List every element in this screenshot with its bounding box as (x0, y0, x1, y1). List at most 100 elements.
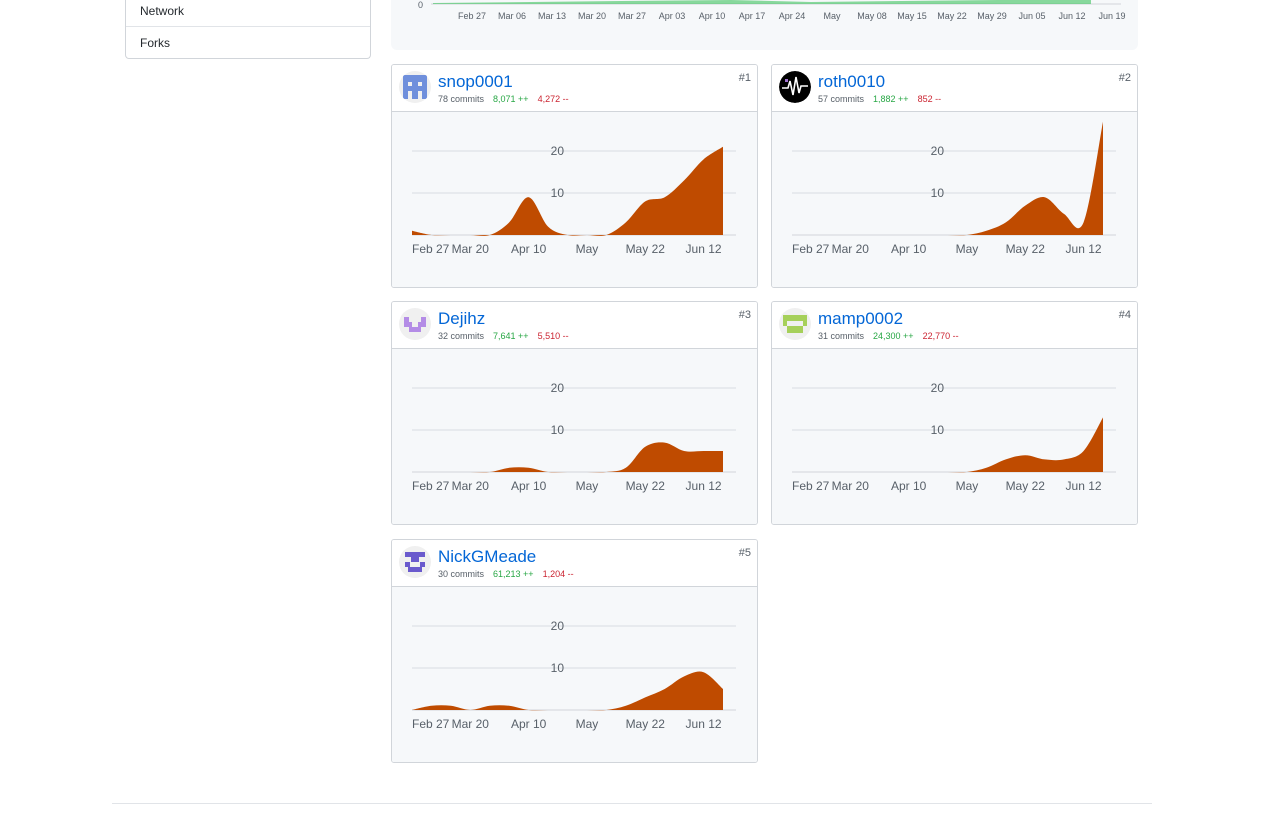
contributor-chart: 10 20 Feb 27 Mar 20 Apr 10 May May 22 Jun 12 (772, 112, 1137, 287)
x-tick-label: Feb 27 (412, 479, 450, 493)
contributor-chart: 10 20 Feb 27 Mar 20 Apr 10 May May 22 Jun 12 (392, 587, 757, 762)
contributor-stats: 32 commits 7,641 ++ 5,510 -- (438, 331, 569, 342)
x-tick-label: Apr 10 (511, 479, 547, 493)
x-tick-label: Jun 12 (686, 242, 722, 256)
commit-count-link[interactable]: 32 commits (438, 331, 484, 341)
contributor-card: mamp0002 31 commits 24,300 ++ 22,770 -- #4… (771, 301, 1138, 525)
contributor-chart-svg: 10 20 Feb 27 Mar 20 Apr 10 May May 22 Jun 12 (412, 381, 736, 493)
contributor-card: NickGMeade 30 commits 61,213 ++ 1,204 -- #… (391, 539, 758, 763)
contributor-rank: #2 (1118, 72, 1131, 84)
contributor-stats: 78 commits 8,071 ++ 4,272 -- (438, 94, 569, 105)
commit-count-link[interactable]: 78 commits (438, 94, 484, 104)
deletions-count: 852 -- (917, 94, 942, 104)
x-tick-label: May 22 (626, 717, 666, 731)
contributor-stats: 57 commits 1,882 ++ 852 -- (818, 94, 941, 105)
sidebar-item-network[interactable]: Network (126, 0, 370, 26)
y-tick-label: 10 (551, 661, 565, 675)
overview-chart-svg: 0 Feb 27 Mar 06 Mar 13 Mar 20 Mar 27 Apr 03 Apr… (418, 0, 1126, 21)
overview-x-tick-label: Jun 05 (1018, 11, 1045, 21)
deletions-count: 4,272 -- (537, 94, 569, 104)
x-tick-label: Feb 27 (792, 242, 830, 256)
contributor-stats: 31 commits 24,300 ++ 22,770 -- (818, 331, 959, 342)
contributor-chart: 10 20 Feb 27 Mar 20 Apr 10 May May 22 Jun 12 (772, 349, 1137, 524)
x-tick-label: May (576, 479, 599, 493)
y-tick-label: 10 (551, 423, 565, 437)
deletions-count: 22,770 -- (922, 331, 959, 341)
overview-x-tick-label: Jun 19 (1098, 11, 1125, 21)
contributor-chart-svg: 10 20 Feb 27 Mar 20 Apr 10 May May 22 Jun 12 (792, 381, 1116, 493)
x-tick-label: Mar 20 (832, 479, 870, 493)
overview-x-tick-label: May 22 (937, 11, 967, 21)
overview-x-tick-label: May 29 (977, 11, 1007, 21)
identicon-indigo-icon[interactable] (399, 546, 431, 578)
x-tick-label: Apr 10 (511, 717, 547, 731)
x-tick-label: Jun 12 (686, 479, 722, 493)
y-tick-label: 20 (551, 619, 565, 633)
overview-x-tick-label: May 08 (857, 11, 887, 21)
contributor-rank: #1 (738, 72, 751, 84)
identicon-green-icon[interactable] (779, 308, 811, 340)
additions-count: 24,300 ++ (873, 331, 914, 341)
overview-x-tick-label: May 15 (897, 11, 927, 21)
contributor-chart-svg: 10 20 Feb 27 Mar 20 Apr 10 May May 22 Jun 12 (412, 144, 736, 256)
x-tick-label: Mar 20 (452, 717, 490, 731)
contributor-name-link[interactable]: mamp0002 (818, 309, 903, 329)
x-tick-label: Mar 20 (832, 242, 870, 256)
x-tick-label: May (576, 717, 599, 731)
commit-count-link[interactable]: 30 commits (438, 569, 484, 579)
additions-count: 61,213 ++ (493, 569, 534, 579)
contributors-page: Network Forks 0 Feb 27 Mar 06 Mar 13 Mar 20 M… (0, 0, 1288, 817)
overview-x-tick-label: Jun 12 (1058, 11, 1085, 21)
commit-area-series (412, 442, 723, 473)
identicon-blue-icon[interactable] (399, 71, 431, 103)
x-tick-label: Apr 10 (511, 242, 547, 256)
contributor-card-header: mamp0002 31 commits 24,300 ++ 22,770 -- #4 (772, 302, 1137, 349)
y-tick-label: 10 (931, 186, 945, 200)
x-tick-label: Feb 27 (412, 242, 450, 256)
overview-x-tick-label: Mar 20 (578, 11, 606, 21)
additions-count: 8,071 ++ (493, 94, 529, 104)
overview-x-tick-label: Mar 13 (538, 11, 566, 21)
commit-area-series (792, 121, 1103, 236)
x-tick-label: May 22 (626, 479, 666, 493)
footer-divider (112, 803, 1152, 804)
contributor-chart: 10 20 Feb 27 Mar 20 Apr 10 May May 22 Jun 12 (392, 112, 757, 287)
deletions-count: 5,510 -- (537, 331, 569, 341)
contributor-stats: 30 commits 61,213 ++ 1,204 -- (438, 569, 574, 580)
overview-x-tick-label: Apr 10 (699, 11, 726, 21)
sidebar-item-forks[interactable]: Forks (126, 26, 370, 58)
contributor-name-link[interactable]: snop0001 (438, 72, 513, 92)
contributor-card-header: Dejihz 32 commits 7,641 ++ 5,510 -- #3 (392, 302, 757, 349)
overview-x-tick-label: Feb 27 (458, 11, 486, 21)
heartbeat-avatar-icon[interactable] (779, 71, 811, 103)
contributor-card-header: roth0010 57 commits 1,882 ++ 852 -- #2 (772, 65, 1137, 112)
contributor-card: roth0010 57 commits 1,882 ++ 852 -- #2 10 2… (771, 64, 1138, 288)
commit-count-link[interactable]: 31 commits (818, 331, 864, 341)
y-tick-label: 20 (931, 381, 945, 395)
overview-x-tick-label: Mar 27 (618, 11, 646, 21)
contributor-name-link[interactable]: Dejihz (438, 309, 485, 329)
commit-area-series (412, 146, 723, 236)
commit-area-series (792, 417, 1103, 473)
y-tick-label: 20 (551, 144, 565, 158)
deletions-count: 1,204 -- (542, 569, 574, 579)
commit-count-link[interactable]: 57 commits (818, 94, 864, 104)
x-tick-label: Feb 27 (792, 479, 830, 493)
contributor-rank: #5 (738, 547, 751, 559)
contributor-chart-svg: 10 20 Feb 27 Mar 20 Apr 10 May May 22 Jun 12 (792, 121, 1116, 256)
contributor-name-link[interactable]: roth0010 (818, 72, 885, 92)
overview-x-tick-label: Apr 17 (739, 11, 766, 21)
x-tick-label: Apr 10 (891, 242, 927, 256)
x-tick-label: May 22 (1006, 242, 1046, 256)
y-tick-label: 20 (931, 144, 945, 158)
commit-area-series (412, 671, 723, 711)
x-tick-label: May 22 (1006, 479, 1046, 493)
contributor-chart: 10 20 Feb 27 Mar 20 Apr 10 May May 22 Jun 12 (392, 349, 757, 524)
x-tick-label: May (576, 242, 599, 256)
additions-count: 1,882 ++ (873, 94, 909, 104)
identicon-purple-icon[interactable] (399, 308, 431, 340)
contributor-chart-svg: 10 20 Feb 27 Mar 20 Apr 10 May May 22 Jun 12 (412, 619, 736, 731)
x-tick-label: Apr 10 (891, 479, 927, 493)
contributor-name-link[interactable]: NickGMeade (438, 547, 536, 567)
repo-sidebar-nav: Network Forks (125, 0, 371, 59)
